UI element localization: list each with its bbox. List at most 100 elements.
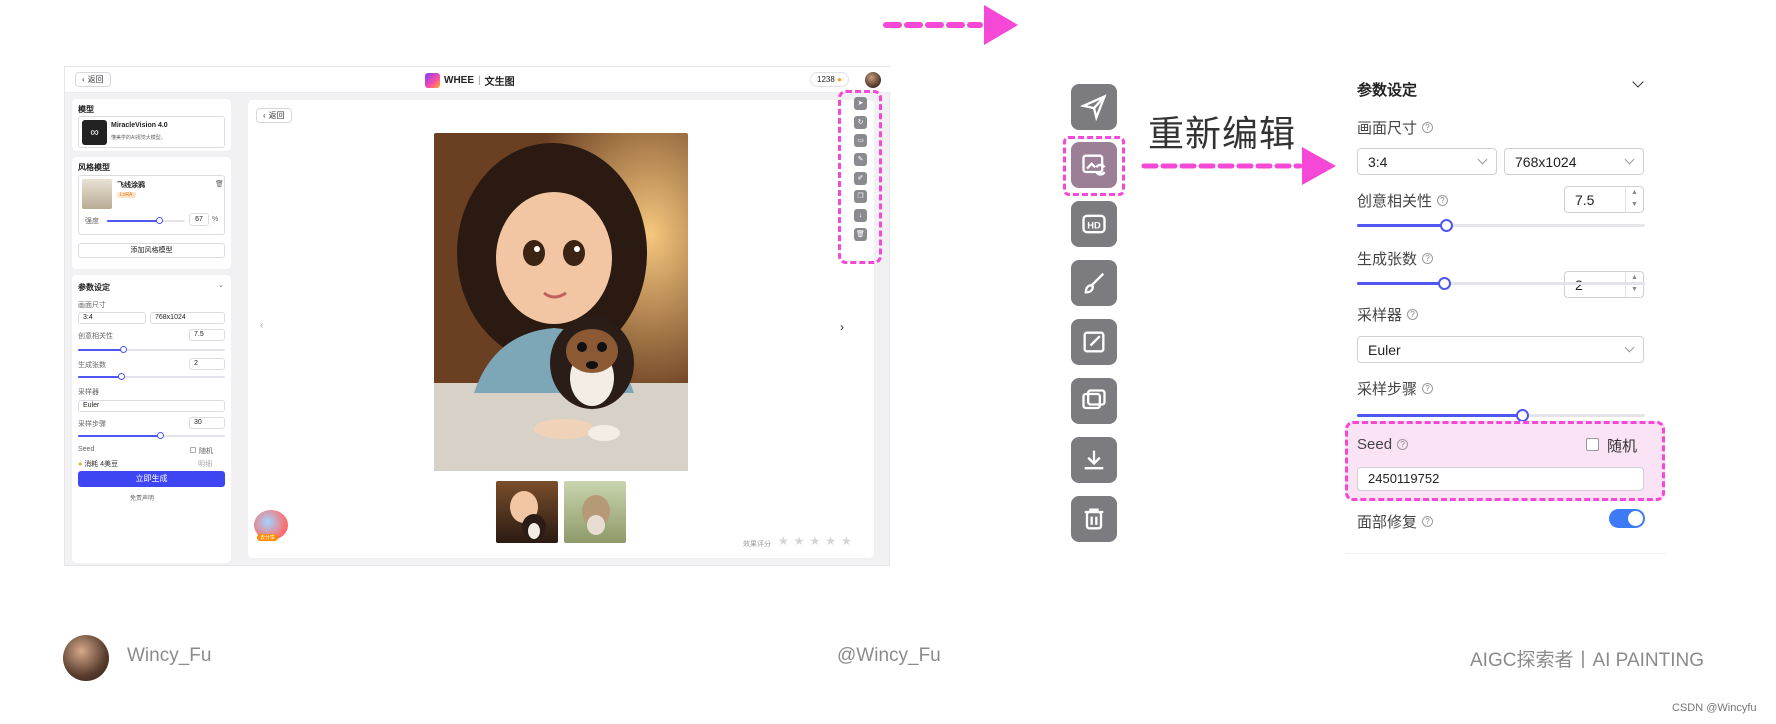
brush-icon[interactable] (1071, 260, 1117, 306)
help-icon[interactable]: ? (1397, 439, 1409, 450)
face-fix-toggle[interactable] (1609, 509, 1645, 528)
collapse-chevron-icon[interactable] (1632, 76, 1644, 88)
style-name: 飞线涂鸦 (117, 182, 145, 189)
ratio-value: 3:4 (1368, 153, 1388, 170)
help-icon[interactable]: ? (1407, 309, 1419, 320)
relevance-slider-knob[interactable] (120, 346, 127, 353)
disclaimer-link[interactable]: 免责声明 (130, 493, 154, 502)
stepper-arrows-icon[interactable]: ▲▼ (1625, 187, 1643, 212)
relevance-stepper[interactable]: 7.5 ▲ ▼ (1564, 186, 1644, 213)
help-icon[interactable]: ? (1422, 383, 1434, 394)
reedit-icon[interactable] (1071, 142, 1117, 188)
chevron-down-icon (1624, 154, 1635, 165)
chevron-down-icon (1624, 342, 1635, 353)
count-slider-knob[interactable] (1438, 277, 1451, 290)
count-slider-knob[interactable] (118, 373, 125, 380)
rating-stars[interactable]: ★★★★★ (778, 534, 857, 548)
help-icon[interactable]: ? (1422, 122, 1434, 133)
thumbnail-dog-image (582, 495, 610, 535)
detail-link[interactable]: 明细 (198, 459, 212, 469)
seed-label: Seed? (1357, 436, 1409, 453)
edit-icon[interactable] (1071, 319, 1117, 365)
generated-image[interactable] (434, 133, 688, 471)
model-panel: 模型 ∞ MiracleVision 4.0 懂美学的AI视觉大模型。 (72, 99, 231, 151)
download-icon[interactable]: ↓ (854, 209, 867, 223)
seed-input[interactable]: 2450119752 (1357, 467, 1644, 491)
canvas-back-button[interactable]: ‹ 返回 (256, 108, 292, 123)
resolution-value: 768x1024 (1515, 153, 1577, 170)
seed-label: Seed (78, 446, 95, 453)
help-icon[interactable]: ? (1422, 516, 1434, 527)
strength-label: 强度 (85, 218, 99, 225)
back-button[interactable]: ‹ 返回 (75, 72, 111, 87)
count-label: 生成张数? (1357, 248, 1434, 269)
thumbnail-girl-image (510, 491, 546, 540)
download-icon[interactable] (1071, 437, 1117, 483)
prev-arrow-icon[interactable]: ‹ (260, 320, 263, 331)
thumbnail-1[interactable] (496, 481, 558, 543)
steps-slider-knob[interactable] (157, 432, 164, 439)
count-label-text: 生成张数 (1357, 251, 1418, 268)
canvas-back-label: 返回 (268, 111, 285, 120)
strength-input[interactable]: 67 (189, 213, 209, 226)
count-input[interactable]: 2 (189, 358, 225, 370)
next-arrow-icon[interactable]: › (840, 320, 844, 334)
collapse-chevron-icon[interactable]: ⌄ (218, 281, 224, 289)
image-variation-icon[interactable] (1071, 378, 1117, 424)
steps-label: 采样步骤? (1357, 378, 1434, 399)
model-card[interactable]: ∞ MiracleVision 4.0 懂美学的AI视觉大模型。 (78, 116, 225, 148)
size-label-text: 画面尺寸 (1357, 120, 1418, 137)
resolution-select[interactable]: 768x1024 (150, 312, 225, 324)
style-thumbnail (82, 179, 112, 209)
canvas-area: ‹ 返回 ‹ › 效果评分 ★★★★★ 去分享 (248, 100, 874, 558)
sampler-value: Euler (1368, 341, 1401, 358)
relevance-slider-fill (1357, 224, 1447, 227)
send-icon[interactable]: ➤ (854, 97, 867, 110)
watermark: CSDN @Wincyfu (1672, 702, 1757, 714)
add-style-button[interactable]: 添加风格模型 (78, 243, 225, 258)
sampler-label: 采样器 (78, 389, 99, 396)
resolution-select[interactable]: 768x1024 (1504, 148, 1644, 175)
share-badge[interactable]: 去分享 (257, 534, 279, 541)
sampler-label: 采样器? (1357, 304, 1419, 325)
thumbnail-2[interactable] (564, 481, 626, 543)
send-icon[interactable] (1071, 84, 1117, 130)
credits-badge[interactable]: 1238 ● (810, 72, 849, 87)
cost-info: ● 消耗 4美豆 (78, 461, 119, 468)
relevance-input[interactable]: 7.5 (189, 329, 225, 341)
small-toolbar: ➤ ↻ ▭ ✎ ✐ ❐ ↓ 🗑 (854, 97, 868, 247)
steps-input[interactable]: 30 (189, 417, 225, 429)
reedit-icon[interactable]: ↻ (854, 115, 867, 129)
author-name: Wincy_Fu (127, 645, 212, 666)
edit-icon[interactable]: ✐ (854, 171, 867, 185)
model-name: MiracleVision 4.0 (111, 122, 168, 129)
page-title: 文生图 (484, 77, 515, 88)
sampler-select[interactable]: Euler (1357, 336, 1644, 363)
app-screenshot: ‹ 返回 WHEE | 文生图 1238 ● 模型 ∞ MiracleVisio… (64, 66, 891, 566)
trash-icon[interactable]: 🗑 (854, 227, 867, 241)
image-variation-icon[interactable]: ❐ (854, 190, 867, 204)
model-section-title: 模型 (78, 105, 94, 114)
generate-button[interactable]: 立即生成 (78, 471, 225, 487)
random-label: 随机 (199, 448, 213, 455)
delete-style-icon[interactable]: 🗑 (215, 180, 224, 188)
relevance-slider-knob[interactable] (1440, 219, 1453, 232)
hd-icon[interactable]: HD (1071, 201, 1117, 247)
hd-icon[interactable]: ▭ (854, 134, 867, 148)
random-checkbox[interactable] (190, 447, 196, 453)
strength-slider-knob[interactable] (156, 217, 163, 224)
ratio-select[interactable]: 3:4 (1357, 148, 1497, 175)
ratio-select[interactable]: 3:4 (78, 312, 146, 324)
help-icon[interactable]: ? (1437, 195, 1449, 206)
relevance-slider-fill (78, 349, 123, 351)
settings-title: 参数设定 (1357, 82, 1418, 99)
count-slider-fill (78, 376, 122, 378)
user-avatar[interactable] (865, 72, 881, 88)
steps-slider-fill (1357, 414, 1523, 417)
trash-icon[interactable] (1071, 496, 1117, 542)
style-card[interactable]: 飞线涂鸦 LoRA 🗑 强度 67 % (78, 175, 225, 235)
help-icon[interactable]: ? (1422, 253, 1434, 264)
brush-icon[interactable]: ✎ (854, 153, 867, 167)
sampler-select[interactable]: Euler (78, 400, 225, 412)
random-checkbox[interactable] (1586, 438, 1599, 451)
